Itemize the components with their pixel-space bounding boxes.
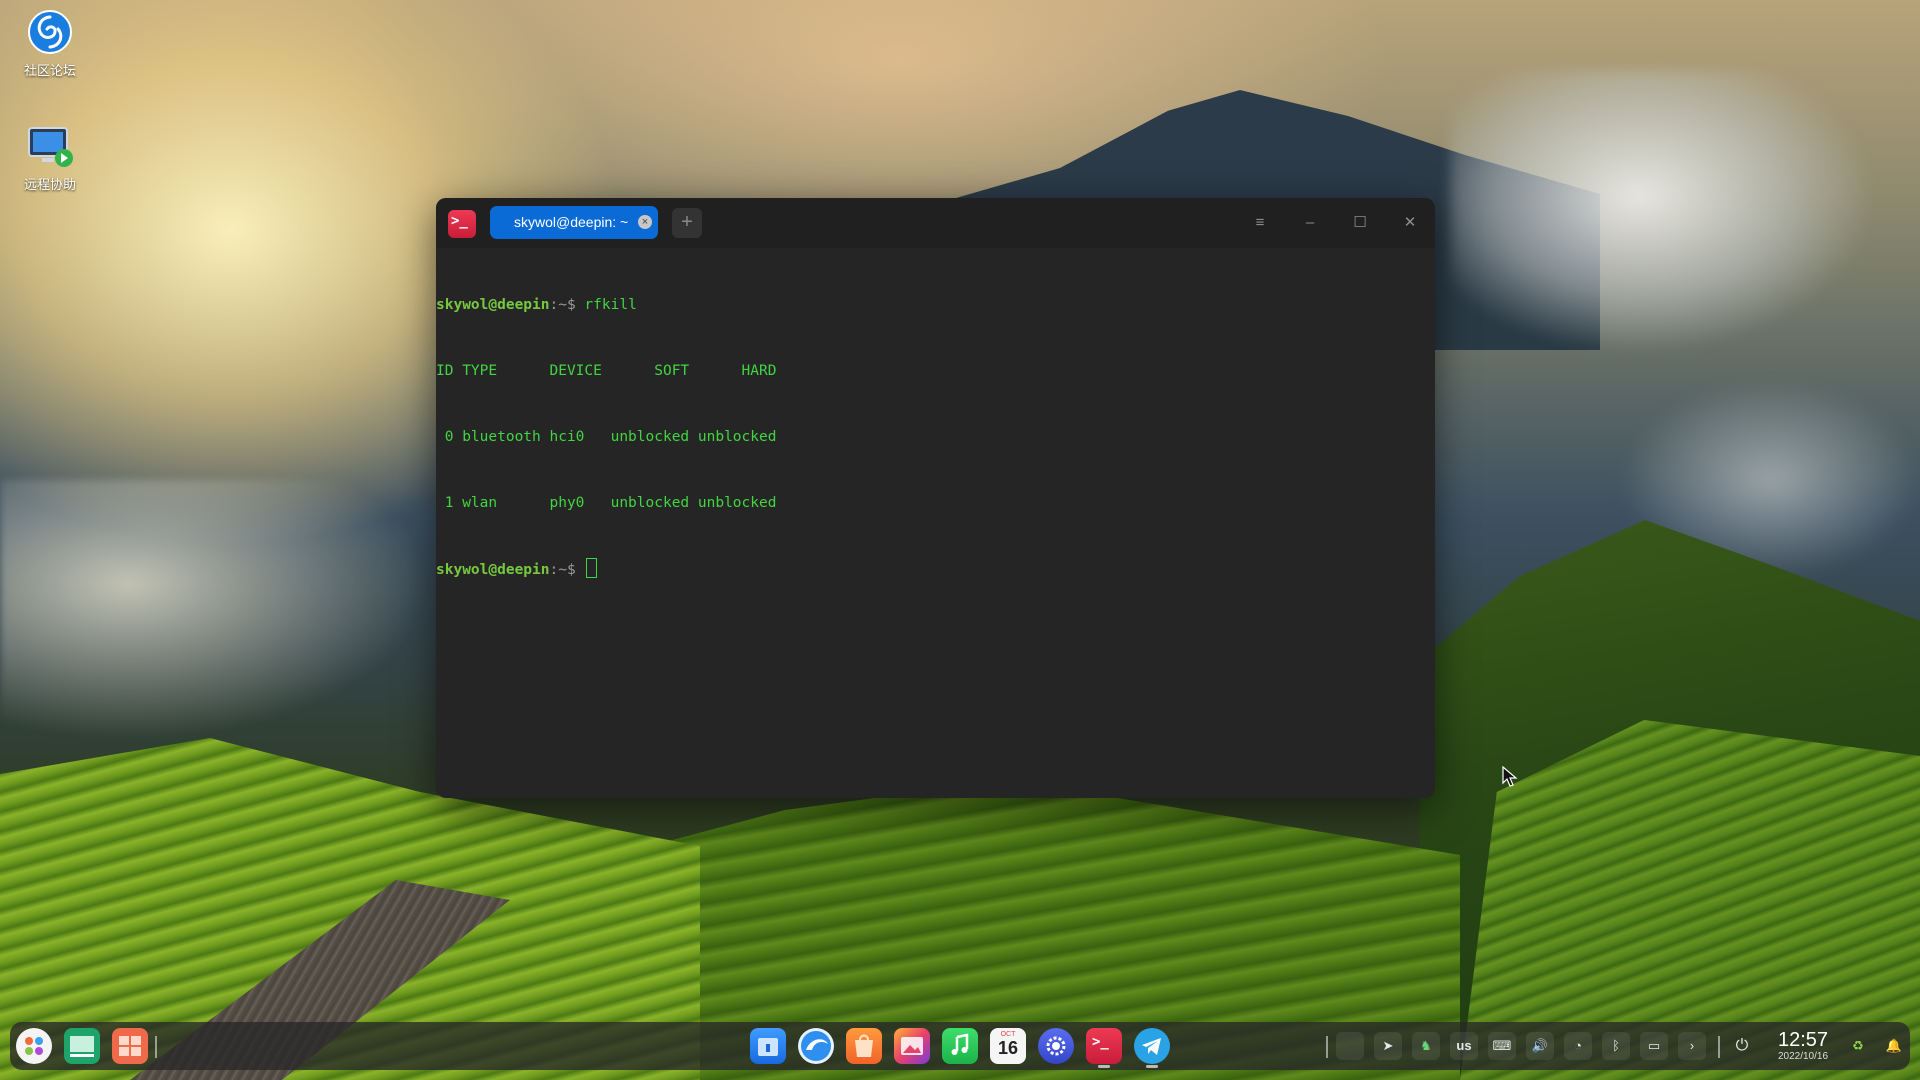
tray-app-icon[interactable] [1336, 1032, 1364, 1060]
calendar-icon[interactable]: OCT 16 [990, 1028, 1026, 1064]
terminal-icon[interactable]: >_ [1086, 1028, 1122, 1064]
mouse-pointer-icon [1502, 766, 1518, 787]
calendar-day: 16 [997, 1038, 1019, 1058]
terminal-line-output: 0 bluetooth hci0 unblocked unblocked [436, 429, 777, 445]
clock-time: 12:57 [1777, 1029, 1829, 1051]
telegram-running-indicator [1146, 1065, 1158, 1068]
power-icon[interactable]: ⏻ [1728, 1032, 1756, 1060]
keyboard-icon[interactable]: ⌨ [1488, 1032, 1516, 1060]
window-titlebar[interactable]: >_ skywol@deepin: ~ × + ≡ – ☐ ✕ [436, 198, 1435, 248]
clock[interactable]: 12:57 2022/10/16 [1768, 1029, 1838, 1063]
terminal-app-icon: >_ [448, 210, 476, 238]
terminal-line-output: 1 wlan phy0 unblocked unblocked [436, 495, 777, 511]
image-viewer-icon[interactable] [894, 1028, 930, 1064]
prompt-path: :~$ [549, 562, 576, 578]
tray-telegram-icon[interactable]: ➤ [1374, 1032, 1402, 1060]
trash-icon[interactable]: ♻ [1844, 1032, 1872, 1060]
terminal-running-indicator [1098, 1065, 1110, 1068]
workspace-icon[interactable] [112, 1028, 148, 1064]
wifi-icon[interactable]: ◔ [1564, 1032, 1592, 1060]
desktop-icon-label: 社区论坛 [23, 63, 76, 78]
menu-button[interactable]: ≡ [1245, 208, 1275, 238]
remote-assist-icon [26, 122, 74, 170]
desktop-icon-label: 远程协助 [23, 177, 76, 192]
tab-title: skywol@deepin: ~ [514, 214, 629, 230]
tab-close-icon[interactable]: × [638, 215, 652, 229]
dock-separator [1718, 1036, 1720, 1058]
minimize-button[interactable]: – [1295, 208, 1325, 238]
clock-date: 2022/10/16 [1777, 1051, 1829, 1062]
terminal-line-prompt: skywol@deepin:~$ rfkill [436, 294, 1435, 316]
prompt-user: skywol@deepin [436, 562, 550, 578]
app-store-icon[interactable] [846, 1028, 882, 1064]
battery-icon[interactable]: ▭ [1640, 1032, 1668, 1060]
browser-icon[interactable] [798, 1028, 834, 1064]
terminal-command: rfkill [575, 297, 637, 313]
volume-icon[interactable]: 🔊 [1526, 1032, 1554, 1060]
terminal-output[interactable]: skywol@deepin:~$ rfkill ID TYPE DEVICE S… [436, 248, 1435, 798]
terminal-cursor [586, 558, 598, 578]
prompt-user: skywol@deepin [436, 297, 550, 313]
control-center-icon[interactable] [1038, 1028, 1074, 1064]
notification-bell-icon[interactable]: 🔔 [1880, 1032, 1908, 1060]
file-manager-icon[interactable] [750, 1028, 786, 1064]
prompt-path: :~$ [549, 297, 576, 313]
terminal-command [576, 562, 585, 578]
terminal-window[interactable]: >_ skywol@deepin: ~ × + ≡ – ☐ ✕ skywol@d… [436, 198, 1435, 798]
keyboard-layout-indicator[interactable]: us [1450, 1032, 1478, 1060]
tray-expand-chevron-icon[interactable]: › [1678, 1032, 1706, 1060]
terminal-line-prompt: skywol@deepin:~$ [436, 558, 1435, 580]
wallpaper-cloud [1450, 70, 1870, 350]
terminal-tab[interactable]: skywol@deepin: ~ × [490, 206, 658, 239]
close-button[interactable]: ✕ [1395, 208, 1425, 238]
deepin-forum-icon [26, 8, 74, 56]
music-icon[interactable] [942, 1028, 978, 1064]
wallpaper-haze [0, 480, 430, 740]
terminal-line-header: ID TYPE DEVICE SOFT HARD [436, 363, 777, 379]
telegram-icon[interactable] [1134, 1028, 1170, 1064]
dock-separator [1326, 1036, 1328, 1058]
dock-separator [155, 1036, 157, 1058]
dock: OCT 16 >_ ➤ ♞ us ⌨ 🔊 ◔ ᛒ ▭ › ⏻ 12:57 202… [10, 1022, 1910, 1070]
multitasking-view-icon[interactable] [64, 1028, 100, 1064]
maximize-button[interactable]: ☐ [1345, 208, 1375, 238]
tray-game-icon[interactable]: ♞ [1412, 1032, 1440, 1060]
new-tab-button[interactable]: + [672, 208, 702, 238]
bluetooth-icon[interactable]: ᛒ [1602, 1032, 1630, 1060]
desktop-icon-remote-assist[interactable]: 远程协助 [2, 122, 98, 193]
launcher-icon[interactable] [16, 1028, 52, 1064]
desktop-icon-forum[interactable]: 社区论坛 [2, 8, 98, 79]
